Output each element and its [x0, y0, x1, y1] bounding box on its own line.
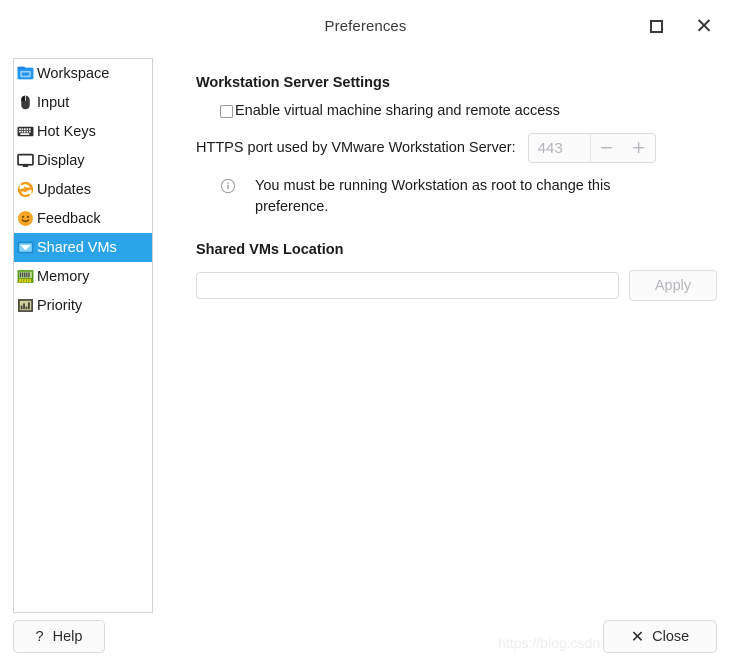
window-controls: ✕ [643, 0, 717, 52]
help-button-label: Help [52, 628, 83, 645]
https-port-row: HTTPS port used by VMware Workstation Se… [196, 133, 717, 163]
https-port-spinner[interactable]: 443 − + [527, 133, 656, 163]
sidebar-item-label: Feedback [37, 210, 101, 227]
sidebar-item-label: Shared VMs [37, 239, 117, 256]
maximize-icon [649, 19, 663, 33]
close-x-icon: ✕ [630, 626, 645, 646]
monitor-icon [17, 153, 34, 167]
keyboard-icon [17, 126, 34, 137]
enable-sharing-label: Enable virtual machine sharing and remot… [235, 103, 560, 119]
window-title: Preferences [324, 17, 407, 35]
shared-vms-location-input[interactable] [196, 272, 619, 300]
close-button[interactable]: ✕ Close [603, 620, 717, 653]
sidebar-item-memory[interactable]: Memory [14, 262, 152, 291]
smiley-icon [18, 211, 33, 226]
https-port-input[interactable]: 443 [529, 134, 591, 162]
sidebar-item-updates[interactable]: Updates [14, 175, 152, 204]
preferences-category-list[interactable]: Workspace Input Hot Keys Display Updates… [13, 58, 153, 613]
sidebar-item-shared-vms[interactable]: Shared VMs [14, 233, 152, 262]
shared-vms-icon [17, 241, 34, 254]
shared-vms-location-title: Shared VMs Location [196, 242, 344, 259]
shared-vms-location-row: Apply [196, 270, 717, 302]
priority-icon [18, 299, 33, 312]
https-port-label: HTTPS port used by VMware Workstation Se… [196, 140, 516, 156]
root-required-text: You must be running Workstation as root … [255, 178, 611, 216]
sidebar-item-input[interactable]: Input [14, 88, 152, 117]
dialog-body: Workspace Input Hot Keys Display Updates… [0, 52, 731, 613]
refresh-icon [17, 181, 34, 198]
enable-sharing-row[interactable]: Enable virtual machine sharing and remot… [220, 103, 717, 119]
sidebar-item-label: Priority [37, 297, 83, 314]
close-button-label: Close [652, 628, 690, 645]
sidebar-item-label: Workspace [37, 65, 110, 82]
apply-button[interactable]: Apply [629, 270, 717, 302]
memory-chip-icon [17, 270, 34, 283]
close-icon: ✕ [695, 13, 713, 38]
sidebar-item-priority[interactable]: Priority [14, 291, 152, 320]
sidebar-item-feedback[interactable]: Feedback [14, 204, 152, 233]
close-window-button[interactable]: ✕ [691, 13, 717, 39]
root-required-info: You must be running Workstation as root … [220, 176, 717, 218]
https-port-decrement-button[interactable]: − [591, 134, 623, 162]
sidebar-item-label: Hot Keys [37, 123, 96, 140]
maximize-button[interactable] [643, 13, 669, 39]
sidebar-item-label: Memory [37, 268, 90, 285]
workspace-icon [17, 66, 34, 80]
sidebar-item-workspace[interactable]: Workspace [14, 59, 152, 88]
sidebar-item-hot-keys[interactable]: Hot Keys [14, 117, 152, 146]
dialog-footer: https://blog.csdn.net/qq_26159045 ? Help… [0, 608, 731, 668]
titlebar: Preferences ✕ [0, 0, 731, 52]
enable-sharing-checkbox[interactable] [220, 104, 233, 118]
help-button[interactable]: ? Help [13, 620, 105, 653]
info-icon [220, 178, 236, 194]
sidebar-item-label: Display [37, 152, 85, 169]
mouse-icon [21, 95, 30, 110]
question-mark-icon: ? [35, 628, 44, 645]
workstation-server-settings-title: Workstation Server Settings [196, 75, 390, 91]
sidebar-item-display[interactable]: Display [14, 146, 152, 175]
sidebar-item-label: Input [37, 94, 70, 111]
shared-vms-settings-pane: Workstation Server Settings Enable virtu… [172, 58, 717, 302]
sidebar-item-label: Updates [37, 181, 92, 198]
https-port-increment-button[interactable]: + [623, 134, 655, 162]
